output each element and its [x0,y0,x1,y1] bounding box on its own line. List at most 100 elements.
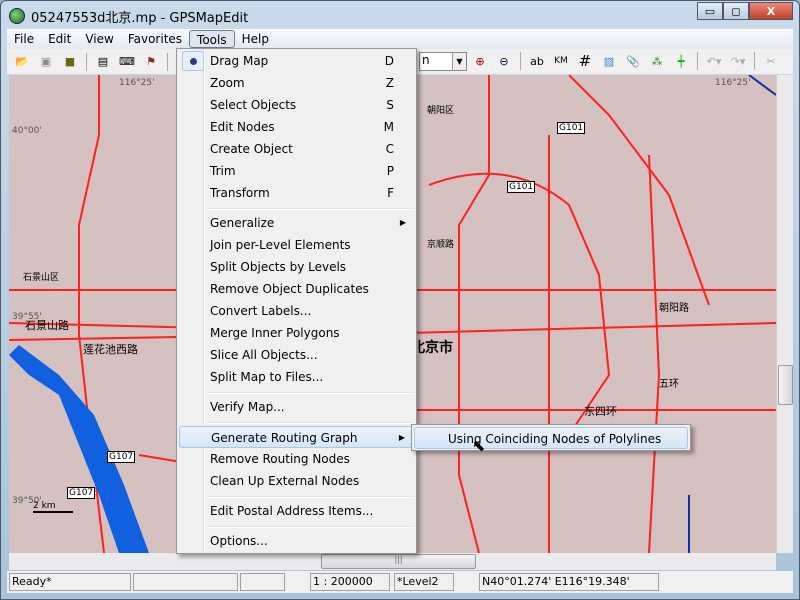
menu-item-label: Slice All Objects... [210,348,318,362]
menu-separator [207,208,414,210]
menu-item-label: Split Map to Files... [210,370,324,384]
vertical-scroll-thumb[interactable] [778,365,793,405]
shortcut: M [383,120,394,134]
menu-item-label: Zoom [210,76,245,90]
menu-item-zoom[interactable]: Zoom Z [179,72,414,94]
river [9,345,149,553]
menu-separator [207,496,414,498]
menu-item-edit-nodes[interactable]: Edit Nodes M [179,116,414,138]
status-level: *Level2 [394,573,454,591]
road [648,154,661,553]
shortcut: S [386,98,394,112]
minimize-button[interactable]: ▭ [697,2,723,20]
routing-icon[interactable]: ┿ [670,51,692,71]
scale-combo-value: n [422,53,430,67]
menu-item-label: Edit Nodes [210,120,275,134]
menu-item-split-by-levels[interactable]: Split Objects by Levels [179,256,414,278]
road [748,75,776,96]
menu-item-label: Drag Map [210,54,269,68]
menu-item-label: Create Object [210,142,293,156]
status-scale: 1 : 200000 [310,573,390,591]
open-folder-icon[interactable]: 📂 [11,52,33,72]
menu-bar: File Edit View Favorites Tools Help [7,29,793,49]
paperclip-icon[interactable]: 📎 [622,51,644,71]
menu-item-trim[interactable]: Trim P [179,160,414,182]
labels-toggle[interactable]: ab [526,51,548,71]
longitude-label: 116°25' [715,78,751,88]
menu-item-create-object[interactable]: Create Object C [179,138,414,160]
zoom-in-icon[interactable]: ⊕ [469,51,491,71]
scale-ruler-toggle[interactable]: KM [550,51,572,71]
menu-item-remove-duplicates[interactable]: Remove Object Duplicates [179,278,414,300]
menu-tools[interactable]: Tools [189,30,235,48]
menu-item-generate-routing-graph[interactable]: Generate Routing Graph ▶ [179,426,414,448]
keyboard-wand-icon[interactable]: ⌨ [116,52,138,72]
menu-item-split-map[interactable]: Split Map to Files... [179,366,414,388]
properties-icon[interactable]: ▤ [92,52,114,72]
menu-separator [207,422,414,424]
menu-item-transform[interactable]: Transform F [179,182,414,204]
road-label: 石景山路 [25,319,69,332]
menu-item-label: Merge Inner Polygons [210,326,340,340]
chevron-down-icon[interactable]: ▼ [452,53,466,70]
road-label: 东四环 [584,405,617,418]
menu-item-label: Select Objects [210,98,297,112]
highway-shield: G107 [107,451,136,463]
grid-icon[interactable]: # [574,51,596,71]
radio-bullet-icon [182,51,204,71]
shortcut: Z [385,76,394,90]
menu-item-join-per-level[interactable]: Join per-Level Elements [179,234,414,256]
menu-item-clean-up-external-nodes[interactable]: Clean Up External Nodes [179,470,414,492]
menu-help[interactable]: Help [235,30,276,48]
menu-item-remove-routing-nodes[interactable]: Remove Routing Nodes [179,448,414,470]
menu-item-label: Trim [210,164,236,178]
mouse-cursor-icon: ⬉ [472,436,486,455]
shortcut: C [385,142,394,156]
menu-item-drag-map[interactable]: Drag Map D [179,50,414,72]
menu-item-coinciding-nodes[interactable]: Using Coinciding Nodes of Polylines [414,427,688,449]
menu-item-merge-inner-polygons[interactable]: Merge Inner Polygons [179,322,414,344]
maximize-button[interactable]: ◻ [723,2,749,20]
cut-icon[interactable]: ✂ [760,51,782,71]
menu-view[interactable]: View [78,30,120,48]
road [428,172,611,446]
vertical-scrollbar[interactable] [776,75,793,553]
menu-edit[interactable]: Edit [41,30,78,48]
scale-combo[interactable]: n ▼ [419,52,467,71]
save-icon[interactable]: ▣ [35,52,57,72]
menu-item-slice-all[interactable]: Slice All Objects... [179,344,414,366]
road-label: 朝阳路 [659,303,689,314]
menu-item-select-objects[interactable]: Select Objects S [179,94,414,116]
shortcut: P [386,164,394,178]
menu-item-edit-postal-address[interactable]: Edit Postal Address Items... [179,500,414,522]
zoom-out-icon[interactable]: ⊖ [493,51,515,71]
menu-item-convert-labels[interactable]: Convert Labels... [179,300,414,322]
polygon-fill-icon[interactable]: ▨ [598,51,620,71]
district-label: 朝阳区 [427,106,455,116]
status-bar: Ready* 1 : 200000 *Level2 N40°01.274' E1… [7,571,793,593]
menu-item-label: Edit Postal Address Items... [210,504,374,518]
district-label: 石景山区 [23,273,60,283]
redo-icon[interactable]: ↷▾ [727,51,749,71]
menu-file[interactable]: File [7,30,41,48]
menu-item-label: Generalize [210,216,275,230]
menu-favorites[interactable]: Favorites [121,30,189,48]
city-label: 北京市 [411,340,453,356]
menu-item-verify-map[interactable]: Verify Map... [179,396,414,418]
waypoint-icon[interactable]: ⚑ [140,52,162,72]
menu-item-label: Verify Map... [210,400,285,414]
latitude-label: 40°00' [12,126,42,136]
submenu-arrow-icon: ▶ [398,433,405,442]
nodes-icon[interactable]: ⁂ [646,51,668,71]
menu-item-options[interactable]: Options... [179,530,414,552]
undo-icon[interactable]: ↶▾ [703,51,725,71]
horizontal-scroll-thumb[interactable]: ||| [321,554,476,569]
menu-separator [207,392,414,394]
export-icon[interactable]: ■ [59,52,81,72]
menu-item-generalize[interactable]: Generalize ▶ [179,212,414,234]
menu-item-label: Split Objects by Levels [210,260,347,274]
menu-item-label: Transform [210,186,270,200]
close-button[interactable]: X [749,2,793,20]
menu-item-label: Join per-Level Elements [210,238,351,252]
horizontal-scrollbar[interactable]: ||| [9,553,776,570]
